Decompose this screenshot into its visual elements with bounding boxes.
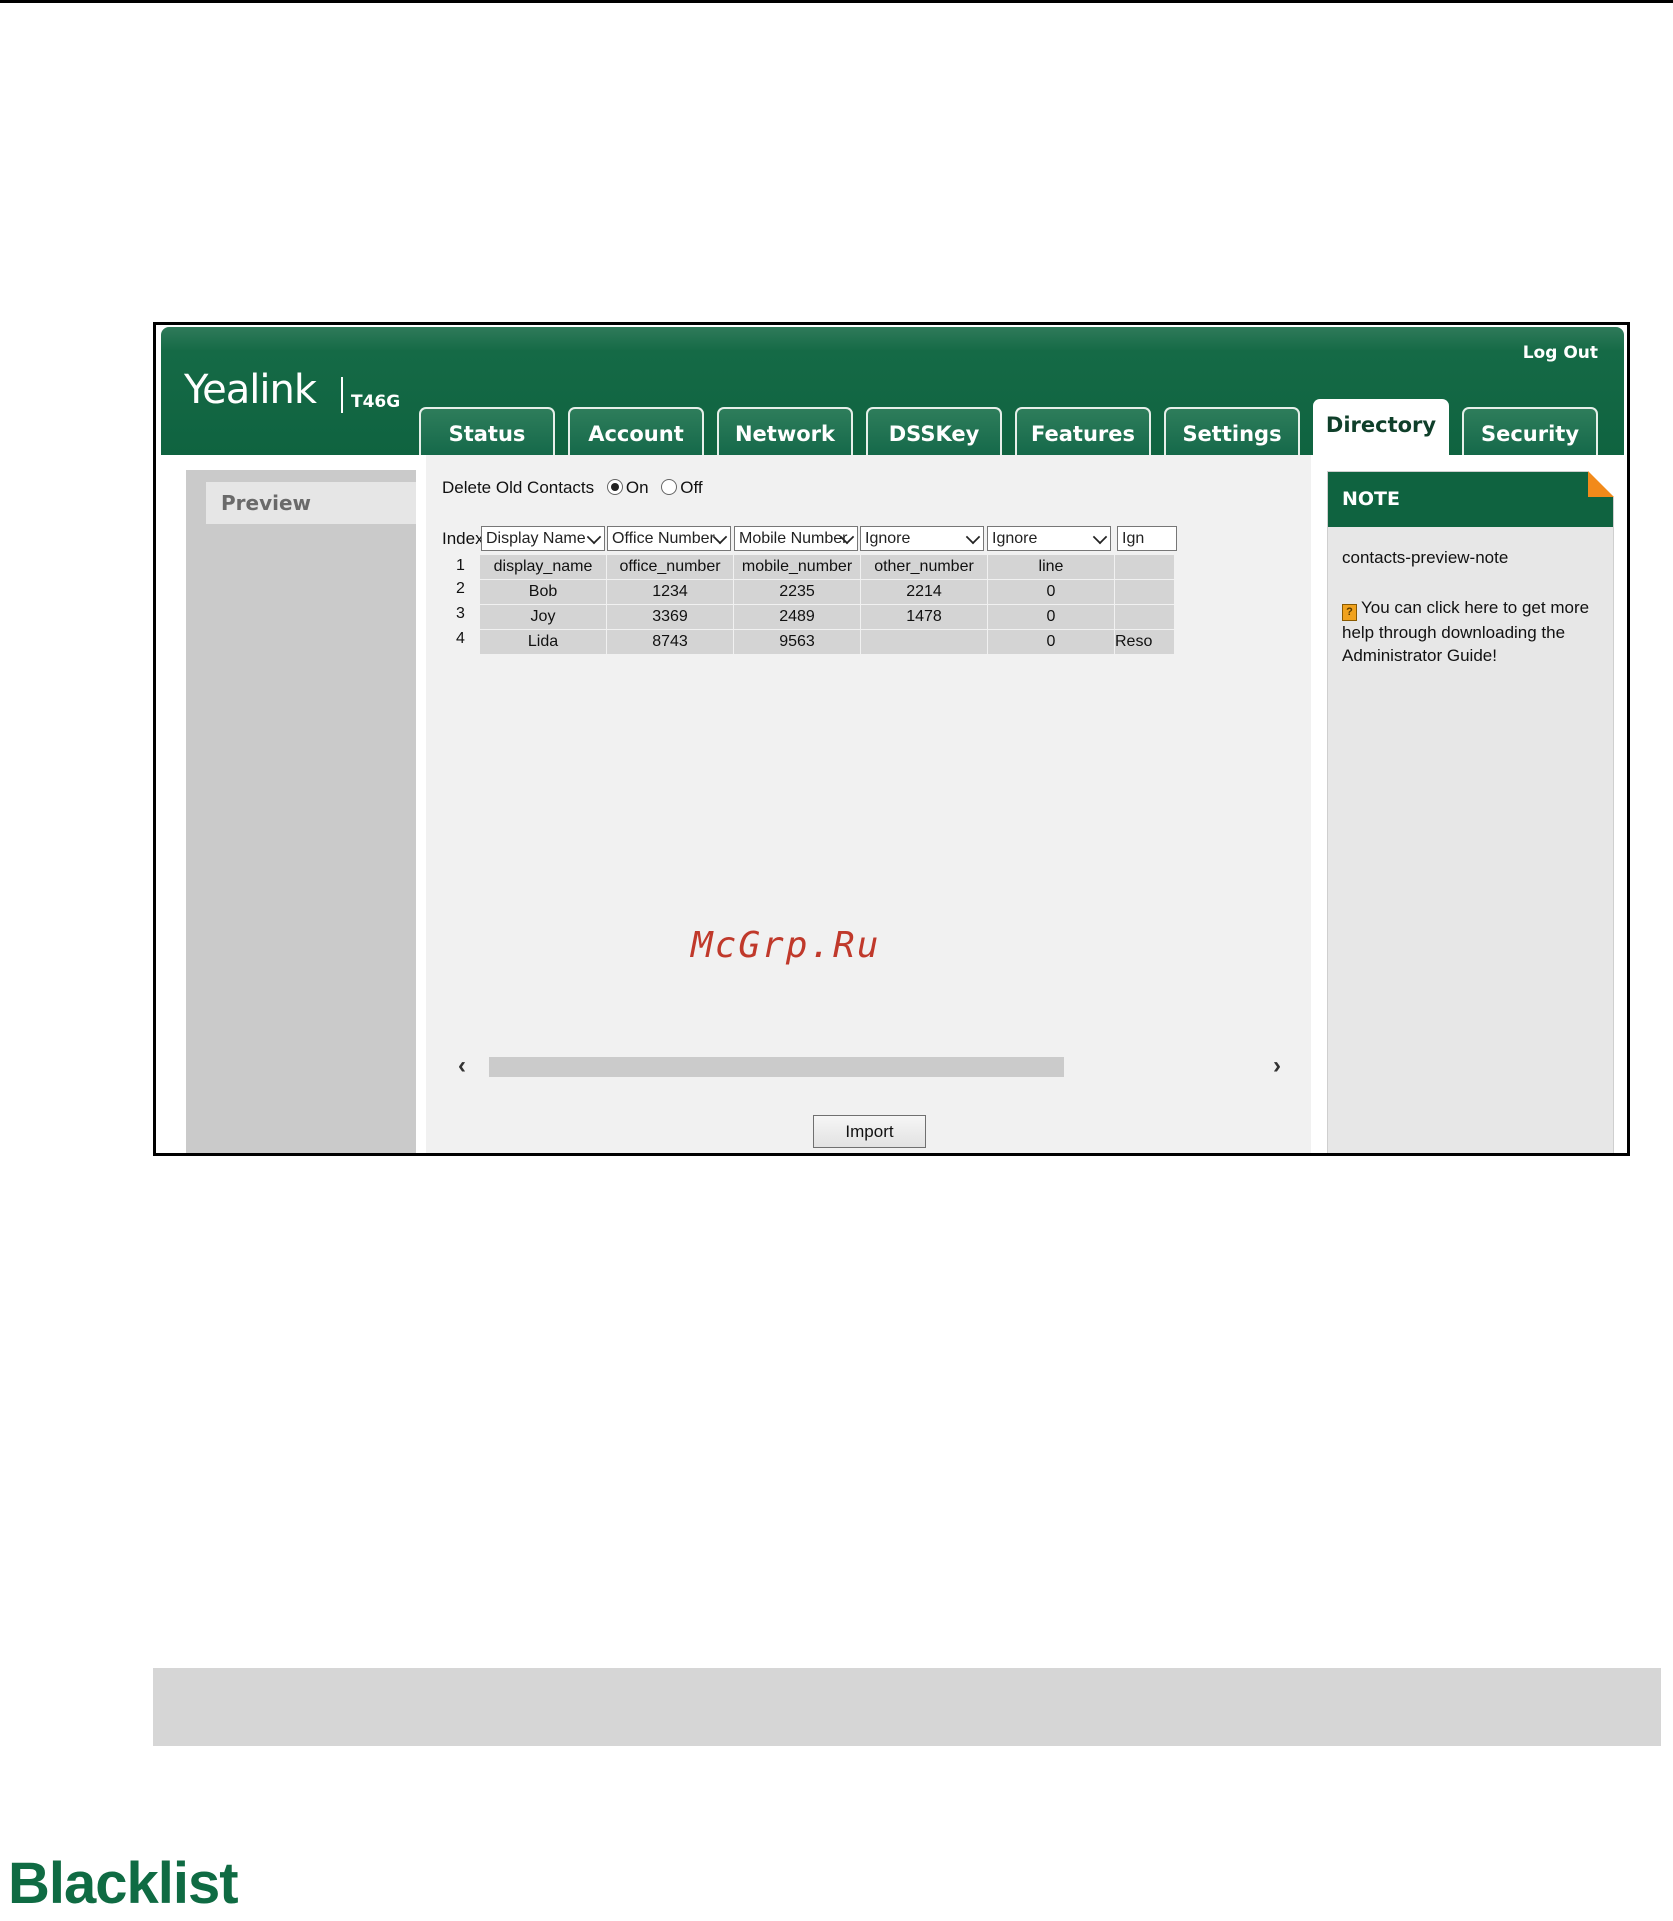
tab-dsskey[interactable]: DSSKey — [866, 407, 1002, 455]
import-button[interactable]: Import — [813, 1115, 926, 1148]
row-index: 3 — [456, 605, 465, 622]
column-select-value: Ign — [1122, 530, 1145, 547]
help-text: You can click here to get more help thro… — [1342, 598, 1590, 665]
table-cell: office_number — [607, 555, 734, 579]
tab-status[interactable]: Status — [419, 407, 555, 455]
preview-panel: Delete Old Contacts On Off Index Display… — [426, 455, 1311, 1153]
column-select-5[interactable]: Ignore — [987, 526, 1111, 551]
column-select-1[interactable]: Display Name — [481, 526, 605, 551]
table-cell: 2489 — [734, 605, 861, 629]
sidebar-item-preview[interactable]: Preview — [206, 482, 416, 524]
tab-directory[interactable]: Directory — [1313, 399, 1449, 455]
table-cell: 0 — [988, 605, 1115, 629]
note-panel: NOTE contacts-preview-note ? You can clic… — [1327, 471, 1614, 1153]
help-link[interactable]: ? You can click here to get more help thr… — [1342, 596, 1604, 667]
scroll-left-icon[interactable]: ‹ — [447, 1052, 477, 1080]
tab-network[interactable]: Network — [717, 407, 853, 455]
table-cell: 9563 — [734, 630, 861, 654]
logo-separator — [341, 377, 343, 413]
row-index: 1 — [456, 557, 465, 574]
column-select-4[interactable]: Ignore — [860, 526, 984, 551]
table-cell: 0 — [988, 580, 1115, 604]
top-rule — [0, 0, 1673, 3]
table-cell: 0 — [988, 630, 1115, 654]
table-cell — [1115, 555, 1175, 579]
tab-account[interactable]: Account — [568, 407, 704, 455]
tab-settings[interactable]: Settings — [1164, 407, 1300, 455]
chevron-down-icon — [965, 529, 981, 545]
table-cell: line — [988, 555, 1115, 579]
column-select-2[interactable]: Office Number — [607, 526, 731, 551]
yealink-logo: Yealink — [184, 367, 317, 413]
radio-on-label: On — [625, 478, 649, 497]
table-cell: 1478 — [861, 605, 988, 629]
column-select-3[interactable]: Mobile Number — [734, 526, 858, 551]
gray-band — [153, 1668, 1661, 1746]
column-select-value: Office Number — [612, 530, 715, 547]
table-cell — [861, 630, 988, 654]
table-cell: 8743 — [607, 630, 734, 654]
header-bar: Yealink T46G Log Out Status Account Netw… — [161, 327, 1624, 455]
row-index: 4 — [456, 630, 465, 647]
note-text: contacts-preview-note — [1342, 548, 1509, 567]
table-cell: Lida — [480, 630, 607, 654]
table-cell: 1234 — [607, 580, 734, 604]
contacts-grid: Index Display Name Office Number Mobile … — [442, 526, 1297, 666]
column-select-value: Mobile Number — [739, 530, 848, 547]
note-body: contacts-preview-note ? You can click her… — [1342, 546, 1604, 667]
table-cell: Bob — [480, 580, 607, 604]
watermark: McGrp.Ru — [691, 925, 881, 966]
delete-old-contacts-label: Delete Old Contacts — [442, 478, 595, 497]
model-label: T46G — [351, 392, 401, 412]
table-cell: 2214 — [861, 580, 988, 604]
column-select-value: Display Name — [486, 530, 586, 547]
note-title: NOTE — [1328, 472, 1613, 527]
horizontal-scrollbar[interactable]: ‹ › — [442, 1052, 1297, 1080]
table-cell — [1115, 580, 1175, 604]
radio-off-label: Off — [680, 478, 703, 497]
column-select-value: Ignore — [865, 530, 911, 547]
scroll-right-icon[interactable]: › — [1262, 1052, 1292, 1080]
screenshot-frame: Yealink T46G Log Out Status Account Netw… — [153, 322, 1630, 1156]
content-area: Preview Delete Old Contacts On Off Index… — [161, 455, 1624, 1153]
table-cell: Reso — [1115, 630, 1175, 654]
table-cell: 3369 — [607, 605, 734, 629]
chevron-down-icon — [1092, 529, 1108, 545]
index-header: Index — [442, 529, 484, 548]
tab-features[interactable]: Features — [1015, 407, 1151, 455]
table-cell: display_name — [480, 555, 607, 579]
column-select-6[interactable]: Ign — [1117, 526, 1177, 551]
chevron-down-icon — [586, 529, 602, 545]
table-cell: 2235 — [734, 580, 861, 604]
radio-on[interactable] — [606, 478, 623, 495]
delete-old-contacts-row: Delete Old Contacts On Off — [442, 476, 703, 500]
table-cell: mobile_number — [734, 555, 861, 579]
table-cell: Joy — [480, 605, 607, 629]
note-corner-flag — [1588, 471, 1614, 497]
help-book-icon: ? — [1342, 604, 1357, 621]
table-cell — [1115, 605, 1175, 629]
table-cell: other_number — [861, 555, 988, 579]
section-title: Blacklist — [8, 1851, 239, 1916]
tab-security[interactable]: Security — [1462, 407, 1598, 455]
row-index: 2 — [456, 580, 465, 597]
sidebar: Preview — [186, 470, 416, 1153]
column-select-value: Ignore — [992, 530, 1038, 547]
scroll-thumb[interactable] — [489, 1057, 1064, 1077]
logout-link[interactable]: Log Out — [1523, 343, 1598, 363]
radio-off[interactable] — [661, 478, 678, 495]
